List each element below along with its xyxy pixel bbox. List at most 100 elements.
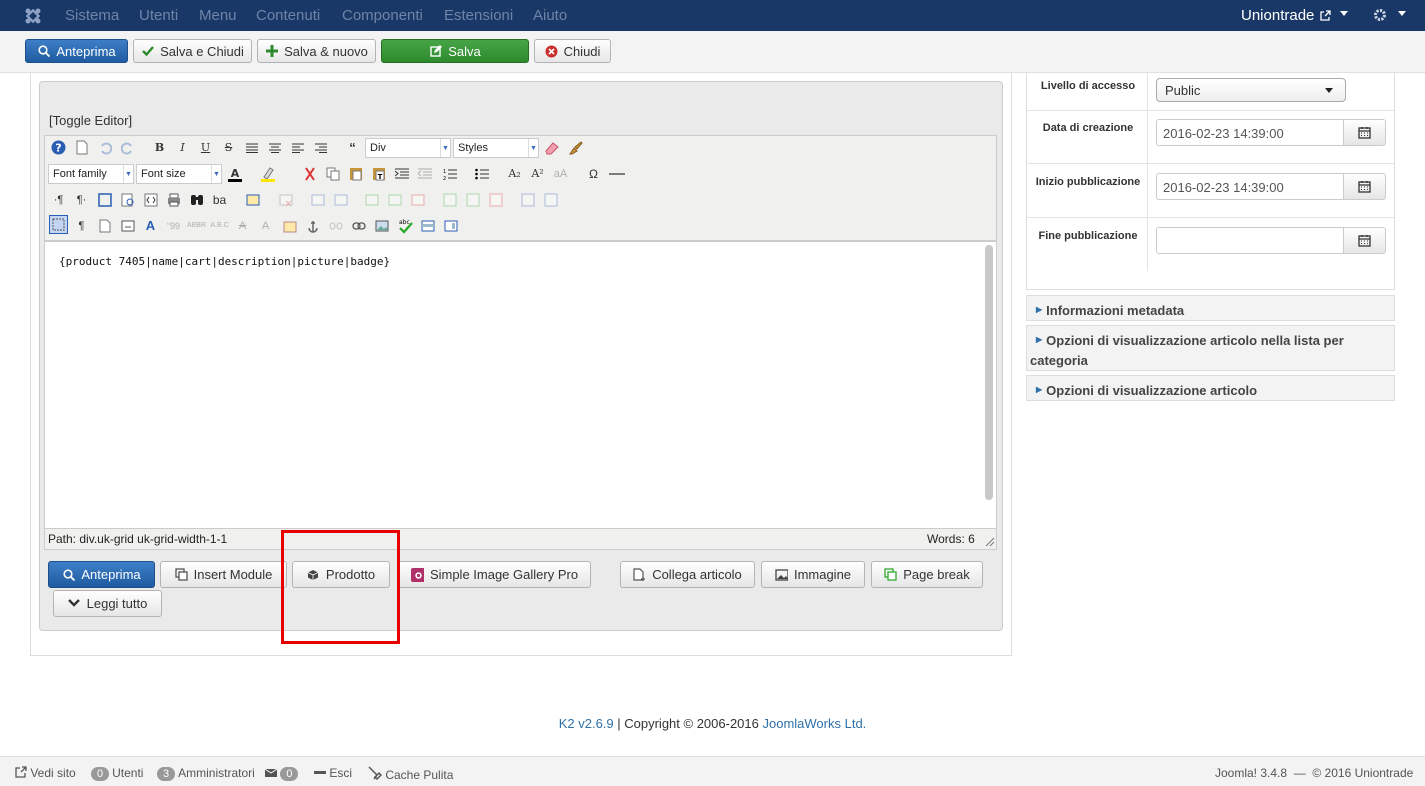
nav-estensioni[interactable]: Estensioni: [444, 7, 513, 24]
insert-layer-icon[interactable]: [243, 190, 262, 209]
messages-link[interactable]: 0: [265, 766, 301, 781]
insert-col-before-icon[interactable]: [440, 190, 459, 209]
delete-layer-icon[interactable]: [276, 190, 295, 209]
align-left-icon[interactable]: [288, 138, 307, 157]
nav-aiuto[interactable]: Aiuto: [533, 7, 567, 24]
editor-preview-button[interactable]: Anteprima: [48, 561, 155, 588]
insert-col-after-icon[interactable]: [463, 190, 482, 209]
insert-image-icon[interactable]: [372, 216, 391, 235]
image-button[interactable]: Immagine: [761, 561, 865, 588]
align-right-icon[interactable]: [311, 138, 330, 157]
nav-sistema[interactable]: Sistema: [65, 7, 119, 24]
gallery-button[interactable]: Simple Image Gallery Pro: [398, 561, 591, 588]
preview-page-icon[interactable]: [118, 190, 137, 209]
joomla-logo-icon[interactable]: [24, 7, 42, 25]
nav-utenti[interactable]: Utenti: [139, 7, 178, 24]
link-icon[interactable]: [349, 216, 368, 235]
strikethrough-icon[interactable]: S: [219, 138, 238, 157]
editor-scrollbar[interactable]: [985, 245, 993, 500]
underline-icon[interactable]: U: [196, 138, 215, 157]
attributes-icon[interactable]: [280, 216, 299, 235]
cut-icon[interactable]: [300, 164, 319, 183]
bullet-list-icon[interactable]: [472, 164, 491, 183]
accordion-list-options[interactable]: ▶ Opzioni di visualizzazione articolo nel…: [1026, 325, 1395, 371]
insert-row-before-icon[interactable]: [362, 190, 381, 209]
subscript-icon[interactable]: A₂: [505, 164, 524, 183]
paste-text-icon[interactable]: T: [369, 164, 388, 183]
eraser-icon[interactable]: [542, 138, 561, 157]
merge-cells-icon[interactable]: [541, 190, 560, 209]
format-select[interactable]: Div ▼: [365, 138, 451, 158]
blockquote-icon[interactable]: “: [343, 138, 362, 157]
access-select[interactable]: Public: [1156, 78, 1346, 102]
clean-cache-link[interactable]: Cache Pulita: [368, 766, 453, 782]
source-code-icon[interactable]: [141, 190, 160, 209]
nav-menu[interactable]: Menu: [199, 7, 237, 24]
publish-down-calendar-button[interactable]: [1343, 227, 1386, 254]
save-new-button[interactable]: Salva & nuovo: [257, 39, 376, 63]
split-cells-icon[interactable]: [518, 190, 537, 209]
indent-icon[interactable]: [392, 164, 411, 183]
styles-select[interactable]: Styles ▼: [453, 138, 539, 158]
view-site-link[interactable]: Vedi sito: [15, 766, 76, 780]
logout-link[interactable]: Esci: [314, 766, 352, 780]
cleanup-brush-icon[interactable]: [565, 138, 584, 157]
publish-down-input[interactable]: [1156, 227, 1344, 254]
save-close-button[interactable]: Salva e Chiudi: [133, 39, 252, 63]
layer-icon[interactable]: [441, 216, 460, 235]
users-online[interactable]: 0 Utenti: [91, 766, 143, 781]
media-icon[interactable]: [418, 216, 437, 235]
page-break-button[interactable]: Page break: [871, 561, 983, 588]
cite-icon[interactable]: “99: [164, 216, 183, 235]
delete-text-icon[interactable]: A: [233, 216, 252, 235]
close-button[interactable]: Chiudi: [534, 39, 611, 63]
special-character-icon[interactable]: Ω: [584, 164, 603, 183]
font-family-select[interactable]: Font family ▼: [48, 164, 134, 184]
insert-module-button[interactable]: Insert Module: [160, 561, 287, 588]
help-icon[interactable]: ?: [49, 138, 68, 157]
bold-icon[interactable]: B: [150, 138, 169, 157]
editor-content-area[interactable]: [44, 241, 997, 529]
nav-contenuti[interactable]: Contenuti: [256, 7, 320, 24]
delete-col-icon[interactable]: [486, 190, 505, 209]
save-button[interactable]: Salva: [381, 39, 529, 63]
anchor-icon[interactable]: [303, 216, 322, 235]
horizontal-rule-icon[interactable]: [607, 164, 626, 183]
align-center-icon[interactable]: [265, 138, 284, 157]
nav-componenti[interactable]: Componenti: [342, 7, 423, 24]
fullscreen-icon[interactable]: [95, 190, 114, 209]
replace-icon[interactable]: ba: [210, 190, 229, 209]
abbreviation-icon[interactable]: ABBR: [187, 216, 206, 235]
spellcheck-icon[interactable]: abc: [396, 216, 415, 235]
new-document-icon[interactable]: [72, 138, 91, 157]
find-icon[interactable]: [187, 190, 206, 209]
copy-icon[interactable]: [323, 164, 342, 183]
paste-icon[interactable]: [346, 164, 365, 183]
align-justify-icon[interactable]: [242, 138, 261, 157]
insert-text-icon[interactable]: A: [256, 216, 275, 235]
italic-icon[interactable]: I: [173, 138, 192, 157]
font-size-select[interactable]: Font size ▼: [136, 164, 222, 184]
publish-up-input[interactable]: 2016-02-23 14:39:00: [1156, 173, 1344, 200]
joomlaworks-link[interactable]: JoomlaWorks Ltd.: [762, 716, 866, 731]
site-name-link[interactable]: Uniontrade: [1241, 7, 1314, 24]
visual-aid-icon[interactable]: [49, 215, 68, 234]
caret-down-icon[interactable]: [1340, 11, 1348, 17]
text-color-icon[interactable]: A: [225, 164, 244, 183]
outdent-icon[interactable]: [415, 164, 434, 183]
link-article-button[interactable]: Collega articolo: [620, 561, 755, 588]
k2-version-link[interactable]: K2 v2.6.9: [559, 716, 614, 731]
table-row-props-icon[interactable]: [308, 190, 327, 209]
created-calendar-button[interactable]: [1343, 119, 1386, 146]
redo-icon[interactable]: [118, 138, 137, 157]
gear-icon[interactable]: [1373, 8, 1387, 22]
admins-online[interactable]: 3 Amministratori: [157, 766, 255, 781]
created-date-input[interactable]: 2016-02-23 14:39:00: [1156, 119, 1344, 146]
superscript-icon[interactable]: A²: [528, 164, 547, 183]
character-map-disabled-icon[interactable]: aA: [551, 164, 570, 183]
table-cell-props-icon[interactable]: [331, 190, 350, 209]
publish-up-calendar-button[interactable]: [1343, 173, 1386, 200]
unlink-icon[interactable]: [326, 216, 345, 235]
template-icon[interactable]: [95, 216, 114, 235]
insert-row-after-icon[interactable]: [385, 190, 404, 209]
